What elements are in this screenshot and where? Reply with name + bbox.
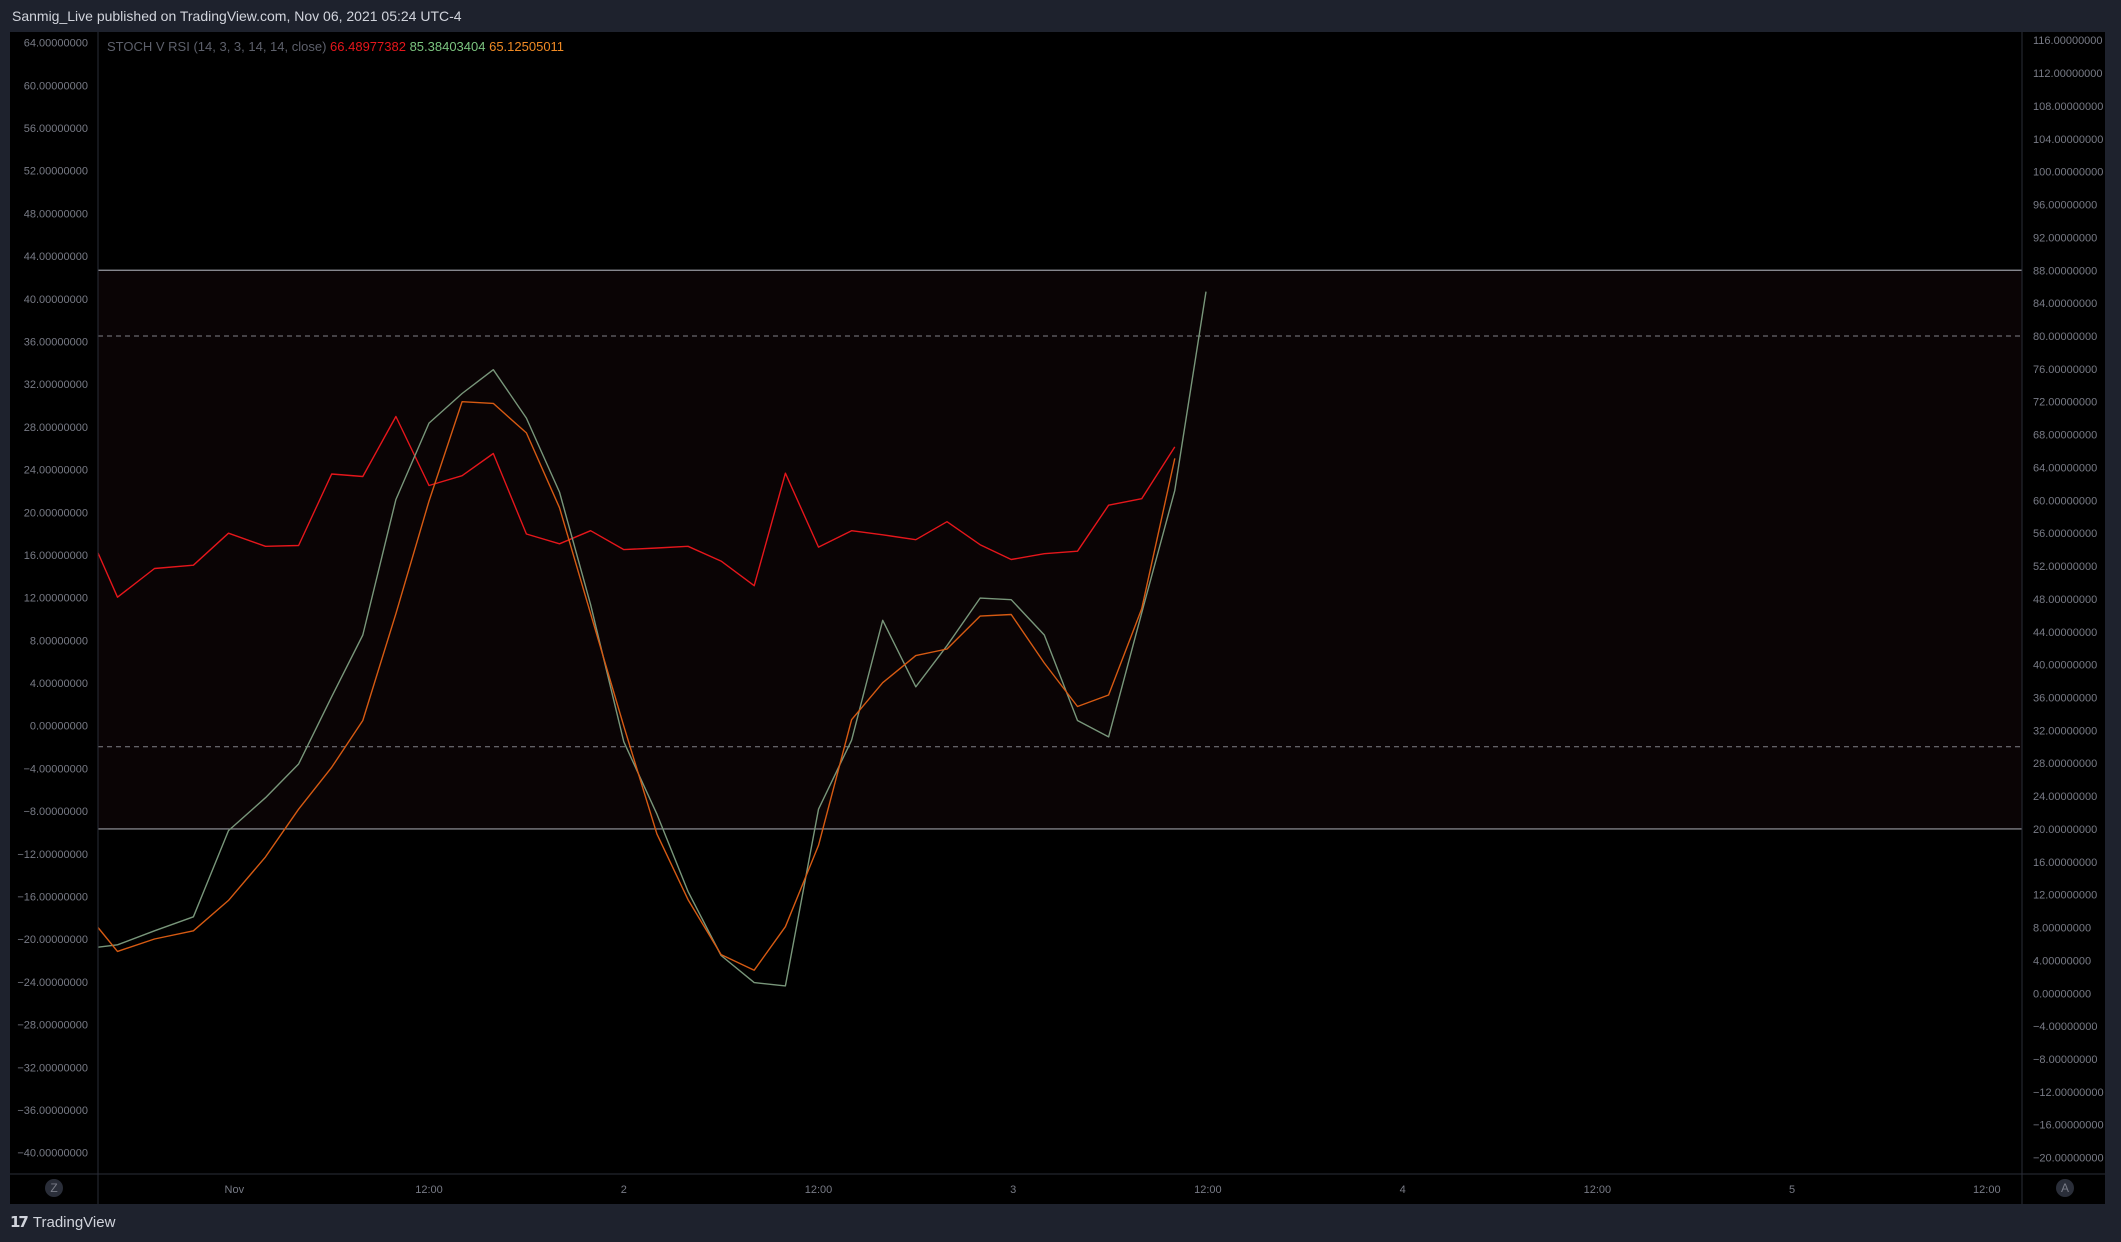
right-axis-tick-label: −12.00000000 [2033, 1087, 2104, 1099]
right-axis-tick-label: 36.00000000 [2033, 692, 2097, 704]
footer: 17 TradingView [0, 1205, 2121, 1242]
right-axis-tick-label: 92.00000000 [2033, 232, 2097, 244]
left-axis-tick-label: −32.00000000 [17, 1062, 88, 1074]
left-axis-tick-label: 52.00000000 [24, 166, 88, 178]
legend-indicator-params: (14, 3, 3, 14, 14, close) [193, 39, 330, 54]
left-axis-tick-label: 28.00000000 [24, 422, 88, 434]
chart-canvas[interactable]: 64.00000000 60.00000000 56.00000000 52.0000… [0, 0, 2121, 1242]
left-axis-tick-label: 60.00000000 [24, 80, 88, 92]
left-axis-tick-label: 16.00000000 [24, 550, 88, 562]
right-axis-tick-label: −16.00000000 [2033, 1120, 2104, 1132]
right-axis-tick-label: 72.00000000 [2033, 397, 2097, 409]
legend-indicator-name: STOCH V RSI [107, 39, 193, 54]
left-axis-tick-label: 64.00000000 [24, 38, 88, 50]
right-axis-tick-label: 80.00000000 [2033, 331, 2097, 343]
right-axis-tick-label: 20.00000000 [2033, 824, 2097, 836]
right-axis-tick-label: 16.00000000 [2033, 857, 2097, 869]
right-axis-tick-label: 104.00000000 [2033, 134, 2103, 146]
time-axis-label: 3 [1010, 1184, 1016, 1196]
left-axis-tick-label: 56.00000000 [24, 123, 88, 135]
auto-scale-label: A [2061, 1181, 2069, 1195]
right-axis-tick-label: 88.00000000 [2033, 265, 2097, 277]
left-axis-tick-label: 4.00000000 [30, 678, 88, 690]
left-axis-tick-label: 12.00000000 [24, 593, 88, 605]
left-axis-tick-label: −24.00000000 [17, 977, 88, 989]
right-axis-tick-label: 24.00000000 [2033, 791, 2097, 803]
tradingview-brand: TradingView [32, 1213, 116, 1231]
right-axis-tick-label: 44.00000000 [2033, 627, 2097, 639]
left-axis-tick-label: 36.00000000 [24, 337, 88, 349]
time-axis-label: 12:00 [1973, 1184, 2001, 1196]
time-axis-label: 12:00 [1584, 1184, 1612, 1196]
left-axis-tick-label: 48.00000000 [24, 208, 88, 220]
time-axis-label: 12:00 [415, 1184, 443, 1196]
left-axis-tick-label: −4.00000000 [23, 763, 88, 775]
left-axis-tick-label: −40.00000000 [17, 1148, 88, 1160]
right-axis-tick-label: 48.00000000 [2033, 594, 2097, 606]
indicator-legend[interactable]: STOCH V RSI (14, 3, 3, 14, 14, close) 66… [107, 39, 564, 54]
left-axis-tick-label: 32.00000000 [24, 379, 88, 391]
right-axis-tick-label: 4.00000000 [2033, 955, 2091, 967]
right-axis-tick-label: 96.00000000 [2033, 200, 2097, 212]
legend-value-orange: 65.12505011 [489, 39, 564, 54]
overbought-oversold-band [98, 270, 2022, 829]
right-axis-tick-label: 116.00000000 [2033, 35, 2103, 47]
right-axis-tick-label: 12.00000000 [2033, 890, 2097, 902]
right-axis-tick-label: 56.00000000 [2033, 528, 2097, 540]
left-axis-tick-label: −36.00000000 [17, 1105, 88, 1117]
left-axis-tick-label: 24.00000000 [24, 465, 88, 477]
right-axis-tick-label: −8.00000000 [2033, 1054, 2098, 1066]
right-axis-tick-label: 8.00000000 [2033, 923, 2091, 935]
right-axis-tick-label: 108.00000000 [2033, 101, 2103, 113]
tradingview-mark-icon: 17 [10, 1213, 29, 1231]
scale-left-button[interactable]: Z [45, 1179, 63, 1197]
left-axis-tick-label: 0.00000000 [30, 721, 88, 733]
right-axis-tick-label: 68.00000000 [2033, 430, 2097, 442]
right-axis-tick-label: 76.00000000 [2033, 364, 2097, 376]
time-axis-label: 2 [621, 1184, 627, 1196]
left-axis-tick-label: −20.00000000 [17, 934, 88, 946]
left-axis-tick-label: 40.00000000 [24, 294, 88, 306]
right-axis-tick-label: −4.00000000 [2033, 1021, 2098, 1033]
left-axis-tick-label: −16.00000000 [17, 892, 88, 904]
right-axis-tick-label: 32.00000000 [2033, 725, 2097, 737]
right-axis-tick-label: 0.00000000 [2033, 988, 2091, 1000]
legend-value-green: 85.38403404 [410, 39, 490, 54]
left-axis-tick-label: 44.00000000 [24, 251, 88, 263]
left-axis-tick-label: −8.00000000 [23, 806, 88, 818]
right-axis-tick-label: 52.00000000 [2033, 561, 2097, 573]
left-axis-tick-label: −28.00000000 [17, 1020, 88, 1032]
right-axis-tick-label: −20.00000000 [2033, 1153, 2104, 1165]
right-axis-tick-label: 60.00000000 [2033, 495, 2097, 507]
right-axis-tick-label: 84.00000000 [2033, 298, 2097, 310]
legend-value-red: 66.48977382 [330, 39, 410, 54]
time-axis-label: 12:00 [805, 1184, 833, 1196]
right-axis-tick-label: 100.00000000 [2033, 167, 2103, 179]
left-axis-tick-label: 20.00000000 [24, 507, 88, 519]
right-axis-tick-label: 28.00000000 [2033, 758, 2097, 770]
right-axis-tick-label: 40.00000000 [2033, 660, 2097, 672]
scale-left-label: Z [50, 1181, 57, 1195]
right-axis-tick-label: 64.00000000 [2033, 462, 2097, 474]
auto-scale-button[interactable]: A [2056, 1179, 2074, 1197]
tradingview-logo[interactable]: 17 TradingView [10, 1213, 115, 1231]
time-axis-label: Nov [225, 1184, 245, 1196]
time-axis-label: 5 [1789, 1184, 1795, 1196]
right-axis-tick-label: 112.00000000 [2033, 68, 2103, 80]
left-axis-tick-label: −12.00000000 [17, 849, 88, 861]
time-axis-label: 12:00 [1194, 1184, 1222, 1196]
left-axis-tick-label: 8.00000000 [30, 635, 88, 647]
time-axis-label: 4 [1400, 1184, 1406, 1196]
